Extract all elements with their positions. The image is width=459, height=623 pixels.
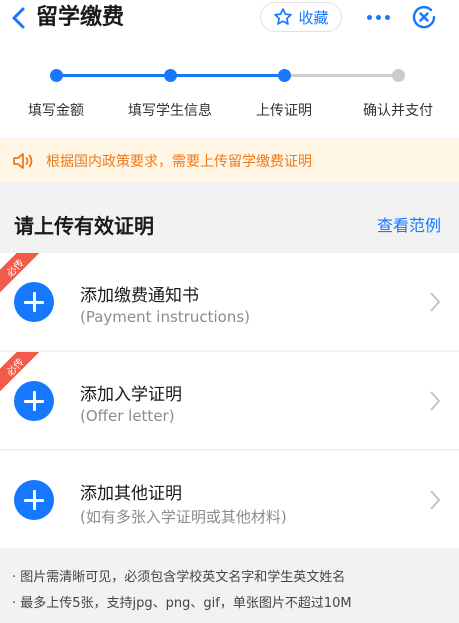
page-title: 留学缴费 (36, 5, 125, 30)
upload-item-title: 添加入学证明 (80, 385, 182, 405)
step-connector (56, 74, 170, 77)
tip-line: · 图片需清晰可见，必须包含学校英文名字和学生英文姓名 (12, 570, 346, 585)
add-icon (14, 480, 54, 520)
add-icon (14, 381, 54, 421)
step-dot-current (278, 69, 291, 82)
star-icon (274, 8, 293, 25)
view-example-link[interactable]: 查看范例 (377, 212, 441, 236)
step-label-upload: 上传证明 (256, 103, 312, 119)
step-dot-pending (392, 69, 405, 82)
upload-offer-letter[interactable]: 必传 添加入学证明 (Offer letter) (0, 352, 459, 449)
back-arrow-icon[interactable] (6, 4, 32, 32)
step-dot-done (164, 69, 177, 82)
notice-text: 根据国内政策要求，需要上传留学缴费证明 (46, 154, 312, 170)
section-header: 请上传有效证明 查看范例 (0, 182, 459, 252)
more-options-button[interactable] (364, 8, 392, 26)
upload-item-subtitle: (Offer letter) (80, 407, 175, 425)
speaker-icon (13, 153, 33, 169)
progress-stepper: 填写金额 填写学生信息 上传证明 确认并支付 (0, 40, 459, 138)
step-dot-done (50, 69, 63, 82)
step-label-amount: 填写金额 (28, 103, 84, 119)
upload-item-title: 添加缴费通知书 (80, 286, 199, 306)
favorite-label: 收藏 (298, 8, 329, 27)
policy-notice-banner: 根据国内政策要求，需要上传留学缴费证明 (0, 140, 459, 182)
step-connector (284, 74, 398, 77)
add-icon (14, 282, 54, 322)
chevron-right-icon (430, 490, 441, 510)
step-label-confirm-pay: 确认并支付 (363, 103, 433, 119)
required-tag-label: 必传 (4, 257, 27, 280)
step-connector (170, 74, 284, 77)
upload-item-subtitle: (Payment instructions) (80, 308, 250, 326)
more-dot-icon (375, 14, 381, 20)
step-label-student-info: 填写学生信息 (128, 103, 212, 119)
header-bar: 留学缴费 收藏 (0, 0, 459, 40)
more-dot-icon (384, 14, 390, 20)
chevron-right-icon (430, 292, 441, 312)
more-dot-icon (366, 14, 372, 20)
upload-tips: · 图片需清晰可见，必须包含学校英文名字和学生英文姓名 · 最多上传5张，支持j… (0, 552, 459, 623)
upload-other-documents[interactable]: 添加其他证明 (如有多张入学证明或其他材料) (0, 451, 459, 548)
upload-item-subtitle: (如有多张入学证明或其他材料) (80, 508, 287, 526)
chevron-right-icon (430, 391, 441, 411)
upload-item-title: 添加其他证明 (80, 484, 182, 504)
section-title: 请上传有效证明 (14, 214, 154, 238)
upload-payment-instructions[interactable]: 必传 添加缴费通知书 (Payment instructions) (0, 253, 459, 350)
close-mini-app-icon[interactable] (410, 3, 438, 31)
required-tag-label: 必传 (4, 356, 27, 379)
tip-line: · 最多上传5张，支持jpg、png、gif，单张图片不超过10M (12, 596, 352, 611)
favorite-button[interactable]: 收藏 (260, 2, 342, 32)
